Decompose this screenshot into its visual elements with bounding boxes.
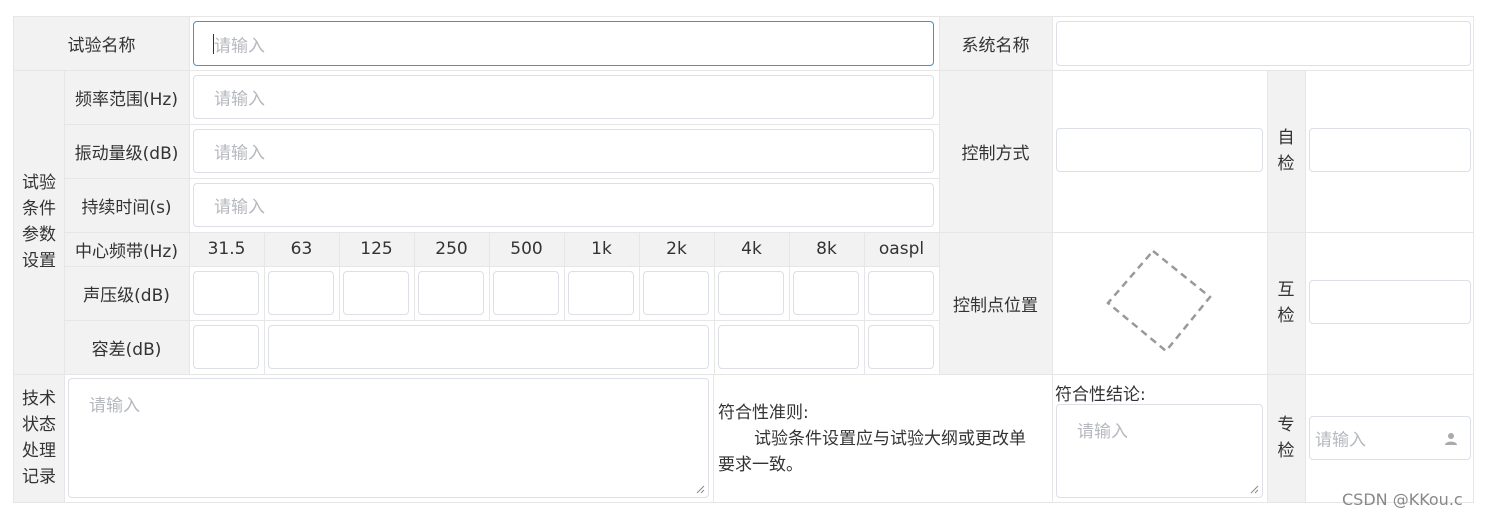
spl-input[interactable] <box>868 271 934 315</box>
tech-record-line: 状态 <box>22 415 56 435</box>
special-check-line: 专 <box>1277 415 1295 435</box>
vibration-placeholder: 请输入 <box>214 143 265 164</box>
spl-input[interactable] <box>193 271 259 315</box>
spl-input[interactable] <box>718 271 784 315</box>
special-check-input[interactable]: 请输入 <box>1309 416 1471 460</box>
spl-input[interactable] <box>643 271 709 315</box>
conditions-group-label: 试验 条件 参数 设置 <box>14 70 64 374</box>
band-header: 125 <box>360 239 393 259</box>
mutual-check-label: 互 检 <box>1267 232 1305 374</box>
self-check-label: 自 检 <box>1267 70 1305 232</box>
conclusion-title: 符合性结论: <box>1055 385 1146 405</box>
mutual-check-line: 互 <box>1277 280 1295 300</box>
band-header: 250 <box>435 239 468 259</box>
vibration-input[interactable]: 请输入 <box>193 129 934 173</box>
grid-line <box>189 17 190 374</box>
mutual-check-input[interactable] <box>1309 280 1471 324</box>
center-band-label: 中心频带(Hz) <box>75 241 178 262</box>
watermark: CSDN @KKou.c <box>1342 490 1463 509</box>
tech-record-label: 技术 状态 处理 记录 <box>14 374 64 502</box>
tech-record-line: 处理 <box>22 441 56 461</box>
freq-range-input[interactable]: 请输入 <box>193 75 934 119</box>
tech-record-line: 技术 <box>22 389 56 409</box>
user-icon <box>1445 433 1457 445</box>
criteria-title: 符合性准则: <box>718 403 809 423</box>
tech-record-line: 记录 <box>22 467 56 487</box>
conclusion-placeholder: 请输入 <box>1077 422 1128 442</box>
grid-line <box>64 124 939 125</box>
tech-record-textarea[interactable]: 请输入 <box>68 378 709 498</box>
resize-grip-icon[interactable] <box>695 484 705 494</box>
spl-input[interactable] <box>493 271 559 315</box>
conditions-group-line: 参数 <box>22 225 56 245</box>
freq-range-placeholder: 请输入 <box>214 89 265 110</box>
band-header: oaspl <box>878 239 925 259</box>
criteria-text-line1: 试验条件设置应与试验大纲或更改单 <box>754 429 1026 449</box>
self-check-line: 检 <box>1277 154 1295 174</box>
conditions-group-line: 条件 <box>22 199 56 219</box>
test-name-label: 试验名称 <box>67 36 136 56</box>
system-name-label: 系统名称 <box>961 36 1030 56</box>
band-header: 1k <box>591 239 612 259</box>
tolerance-input[interactable] <box>268 325 709 369</box>
conditions-group-line: 设置 <box>22 251 56 271</box>
grid-line <box>64 178 939 179</box>
tolerance-input[interactable] <box>193 325 259 369</box>
grid-line <box>713 374 714 502</box>
spl-input[interactable] <box>268 271 334 315</box>
test-name-placeholder: 请输入 <box>214 36 265 56</box>
grid-line <box>64 320 939 321</box>
criteria-block: 符合性准则: 试验条件设置应与试验大纲或更改单 要求一致。 <box>718 400 1048 490</box>
self-check-input[interactable] <box>1309 128 1471 172</box>
grid-line <box>13 374 1474 375</box>
band-header: 63 <box>290 239 313 259</box>
grid-line <box>64 266 939 267</box>
conditions-group-line: 试验 <box>22 173 56 193</box>
special-check-placeholder: 请输入 <box>1315 430 1366 451</box>
grid-line <box>13 70 1474 71</box>
spl-input[interactable] <box>793 271 859 315</box>
duration-placeholder: 请输入 <box>214 197 265 218</box>
band-header: 31.5 <box>207 239 246 259</box>
system-name-input[interactable] <box>1056 21 1471 66</box>
spl-input[interactable] <box>418 271 484 315</box>
tolerance-label: 容差(dB) <box>91 339 162 360</box>
grid-line <box>1052 17 1053 502</box>
conclusion-textarea[interactable]: 请输入 <box>1056 404 1263 498</box>
test-name-input[interactable]: 请输入 <box>193 21 934 66</box>
duration-input[interactable]: 请输入 <box>193 183 934 227</box>
control-mode-input[interactable] <box>1056 128 1263 172</box>
band-header: 8k <box>816 239 837 259</box>
vibration-label: 振动量级(dB) <box>74 143 179 164</box>
control-mode-label: 控制方式 <box>961 143 1030 164</box>
special-check-label: 专 检 <box>1267 374 1305 502</box>
tolerance-input[interactable] <box>868 325 934 369</box>
band-header: 2k <box>666 239 687 259</box>
band-header: 500 <box>510 239 543 259</box>
spl-input[interactable] <box>343 271 409 315</box>
grid-line <box>1305 70 1306 502</box>
criteria-text-line2: 要求一致。 <box>718 455 803 475</box>
tolerance-input[interactable] <box>718 325 859 369</box>
dashed-diamond-shape <box>1106 249 1212 353</box>
spl-input[interactable] <box>568 271 634 315</box>
resize-grip-icon[interactable] <box>1249 484 1259 494</box>
special-check-line: 检 <box>1277 441 1295 461</box>
tech-record-placeholder: 请输入 <box>89 396 140 416</box>
band-header: 4k <box>741 239 762 259</box>
self-check-line: 自 <box>1277 128 1295 148</box>
freq-range-label: 频率范围(Hz) <box>75 89 178 110</box>
spl-label: 声压级(dB) <box>83 285 170 306</box>
control-point-label: 控制点位置 <box>953 295 1038 316</box>
duration-label: 持续时间(s) <box>81 197 172 218</box>
mutual-check-line: 检 <box>1277 306 1295 326</box>
control-point-diagram[interactable] <box>1100 245 1220 357</box>
